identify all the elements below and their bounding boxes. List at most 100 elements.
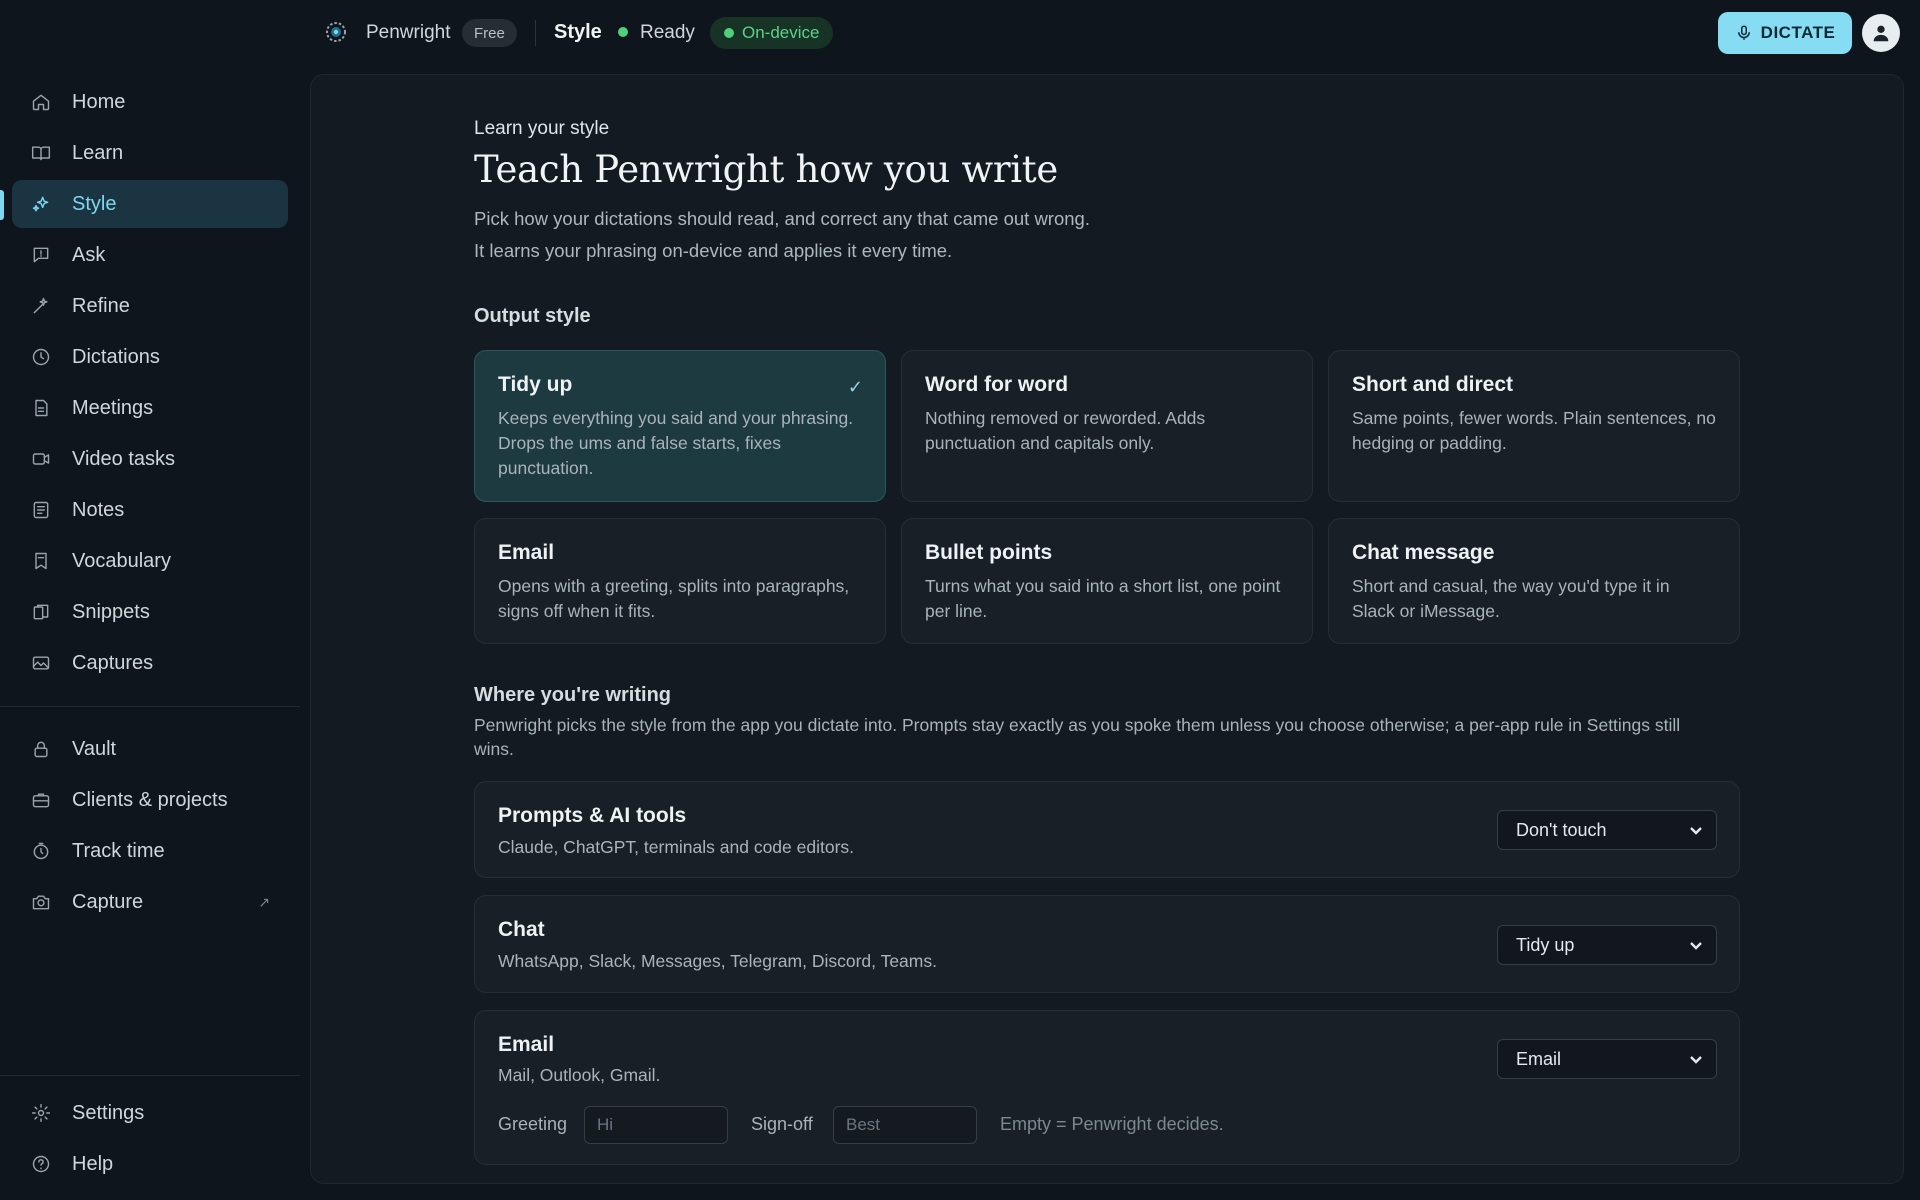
app-rule-apps: Claude, ChatGPT, terminals and code edit…	[498, 837, 855, 857]
where-writing-description: Penwright picks the style from the app y…	[474, 715, 1681, 759]
sidebar-item-ask[interactable]: Ask	[12, 231, 288, 279]
greeting-input[interactable]	[584, 1106, 728, 1144]
sidebar-item-snippets[interactable]: Snippets	[12, 588, 288, 636]
sidebar-item-vocabulary[interactable]: Vocabulary	[12, 537, 288, 585]
where-writing-heading: Where you're writing	[474, 684, 672, 706]
camera-icon	[30, 891, 52, 913]
sidebar-item-label: Notes	[72, 498, 125, 521]
app-rule-apps: Mail, Outlook, Gmail.	[498, 1065, 661, 1085]
style-option-title: Chat message	[1352, 541, 1495, 564]
sidebar-item-label: Video tasks	[72, 447, 176, 470]
external-link-icon: ↗	[258, 893, 270, 910]
top-bar: Penwright Free Style Ready On-device DIC…	[300, 0, 1920, 66]
document-icon	[30, 397, 52, 419]
sidebar-item-meetings[interactable]: Meetings	[12, 384, 288, 432]
sidebar-item-label: Vault	[72, 737, 117, 760]
style-option-email[interactable]: Email Opens with a greeting, splits into…	[474, 518, 886, 644]
sidebar-item-label: Settings	[72, 1101, 145, 1124]
wand-icon	[30, 295, 52, 317]
style-option-description: Turns what you said into a short list, o…	[925, 576, 1281, 621]
page-subtitle-line-1: Pick how your dictations should read, an…	[474, 208, 1090, 229]
app-rule-title: Email	[498, 1033, 555, 1056]
home-icon	[30, 91, 52, 113]
select-value: Email	[1516, 1048, 1562, 1069]
style-option-chat-message[interactable]: Chat message Short and casual, the way y…	[1328, 518, 1740, 644]
sidebar-divider	[0, 706, 300, 707]
account-avatar[interactable]	[1862, 14, 1900, 52]
sidebar-item-capture[interactable]: Capture ↗	[12, 878, 288, 926]
dictate-label: DICTATE	[1760, 23, 1836, 42]
sidebar-item-label: Dictations	[72, 345, 160, 368]
user-icon	[1873, 25, 1889, 42]
page-title: Teach Penwright how you write	[474, 148, 1058, 191]
page-subtitle-line-2: It learns your phrasing on-device and ap…	[474, 240, 953, 261]
snippet-icon	[30, 601, 52, 623]
ready-status-dot	[618, 27, 628, 37]
app-rule-email: Email Mail, Outlook, Gmail. Email Greeti…	[474, 1010, 1740, 1165]
sidebar-item-label: Vocabulary	[72, 549, 171, 572]
sidebar-item-label: Help	[72, 1152, 114, 1175]
on-device-badge: On-device	[710, 17, 834, 49]
sidebar-item-label: Capture	[72, 890, 144, 913]
chat-style-select[interactable]: Tidy up	[1497, 925, 1717, 965]
topbar-divider	[535, 20, 536, 46]
style-option-bullet-points[interactable]: Bullet points Turns what you said into a…	[901, 518, 1313, 644]
app-rule-prompts-ai-tools: Prompts & AI tools Claude, ChatGPT, term…	[474, 781, 1740, 878]
sidebar-item-dictations[interactable]: Dictations	[12, 333, 288, 381]
penwright-logo-icon	[322, 18, 350, 46]
help-icon	[30, 1153, 52, 1175]
app-name: Penwright	[366, 22, 451, 43]
style-option-title: Tidy up	[498, 373, 573, 396]
style-option-tidy-up[interactable]: Tidy up ✓ Keeps everything you said and …	[474, 350, 886, 502]
page-eyebrow: Learn your style	[474, 118, 610, 139]
signoff-input[interactable]	[833, 1106, 977, 1144]
sidebar-item-learn[interactable]: Learn	[12, 129, 288, 177]
book-icon	[30, 142, 52, 164]
sidebar-item-home[interactable]: Home	[12, 78, 288, 126]
plan-badge: Free	[462, 19, 517, 47]
sidebar-item-label: Ask	[72, 243, 106, 266]
sidebar-item-label: Track time	[72, 839, 165, 862]
style-option-description: Same points, fewer words. Plain sentence…	[1352, 408, 1716, 453]
sidebar-item-video-tasks[interactable]: Video tasks	[12, 435, 288, 483]
sidebar-item-captures[interactable]: Captures	[12, 639, 288, 687]
sidebar-item-style[interactable]: Style	[12, 180, 288, 228]
style-option-word-for-word[interactable]: Word for word Nothing removed or reworde…	[901, 350, 1313, 502]
app-rule-title: Prompts & AI tools	[498, 804, 687, 827]
stopwatch-icon	[30, 840, 52, 862]
prompts-style-select[interactable]: Don't touch	[1497, 810, 1717, 850]
sidebar-item-help[interactable]: Help	[12, 1140, 288, 1188]
sidebar-item-label: Meetings	[72, 396, 154, 419]
output-style-heading: Output style	[474, 305, 591, 327]
sidebar-item-track-time[interactable]: Track time	[12, 827, 288, 875]
microphone-icon	[1737, 25, 1750, 40]
sparkle-icon	[30, 193, 52, 215]
lock-icon	[30, 738, 52, 760]
sidebar-item-refine[interactable]: Refine	[12, 282, 288, 330]
style-option-description: Keeps everything you said and your phras…	[498, 408, 854, 478]
style-option-short-and-direct[interactable]: Short and direct Same points, fewer word…	[1328, 350, 1740, 502]
chat-icon	[30, 244, 52, 266]
sidebar-item-label: Captures	[72, 651, 154, 674]
sidebar-item-vault[interactable]: Vault	[12, 725, 288, 773]
sidebar: Home Learn Style Ask Refine Dictations M…	[0, 0, 300, 1200]
chevron-down-icon	[1688, 937, 1704, 953]
style-option-title: Short and direct	[1352, 373, 1514, 396]
sidebar-item-label: Refine	[72, 294, 130, 317]
dictate-button[interactable]: DICTATE	[1718, 12, 1852, 54]
app-rule-title: Chat	[498, 918, 545, 941]
sidebar-item-label: Home	[72, 90, 126, 113]
email-style-select[interactable]: Email	[1497, 1039, 1717, 1079]
sidebar-item-label: Snippets	[72, 600, 150, 623]
active-indicator	[0, 190, 4, 220]
app-rule-apps: WhatsApp, Slack, Messages, Telegram, Dis…	[498, 951, 937, 971]
sidebar-item-notes[interactable]: Notes	[12, 486, 288, 534]
ready-status: Ready	[640, 22, 695, 43]
vocabulary-icon	[30, 550, 52, 572]
signoff-label: Sign-off	[751, 1114, 813, 1134]
video-icon	[30, 448, 52, 470]
sidebar-item-clients-projects[interactable]: Clients & projects	[12, 776, 288, 824]
sidebar-item-settings[interactable]: Settings	[12, 1089, 288, 1137]
style-option-description: Short and casual, the way you'd type it …	[1352, 576, 1670, 621]
sidebar-item-label: Clients & projects	[72, 788, 228, 811]
